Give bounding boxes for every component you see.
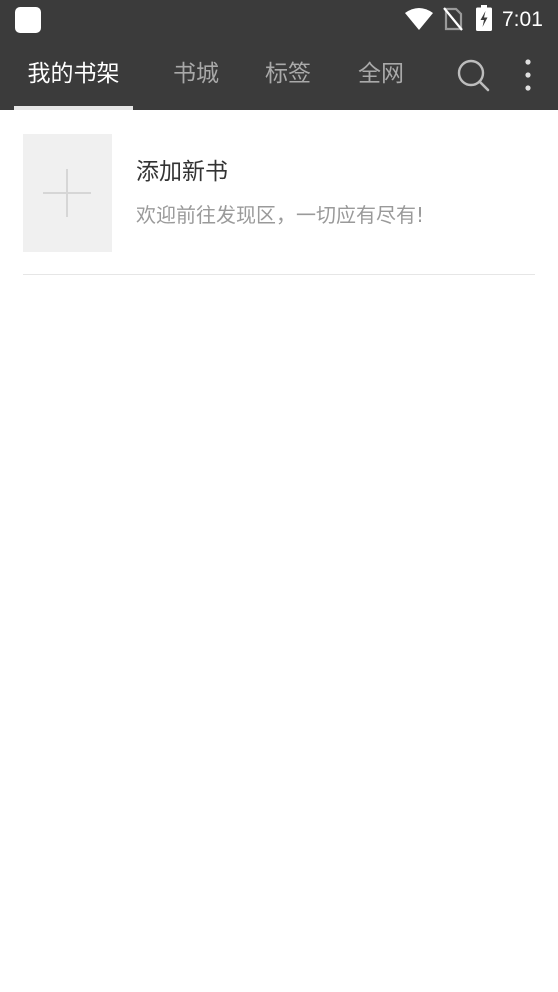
list-divider [23, 274, 535, 275]
add-book-title: 添加新书 [136, 159, 228, 185]
add-new-book-item[interactable]: 添加新书 欢迎前往发现区，一切应有尽有! [0, 110, 558, 274]
tab-tags[interactable]: 标签 [248, 40, 328, 110]
add-book-subtitle: 欢迎前往发现区，一切应有尽有! [136, 203, 425, 227]
search-icon[interactable] [452, 54, 494, 96]
battery-charging-icon [476, 5, 492, 31]
wifi-icon [405, 8, 433, 30]
no-sim-icon [443, 7, 463, 31]
more-vert-icon[interactable] [514, 54, 542, 96]
plus-icon [43, 169, 91, 217]
book-cover-placeholder [23, 134, 112, 252]
tab-my-bookshelf[interactable]: 我的书架 [14, 40, 133, 110]
status-time: 7:01 [502, 8, 543, 31]
app-bar: 我的书架 书城 标签 全网 [0, 40, 558, 110]
app-notification-icon [15, 7, 41, 33]
status-bar: 7:01 [0, 0, 558, 40]
tab-bookstore[interactable]: 书城 [156, 40, 236, 110]
tab-whole-web[interactable]: 全网 [341, 40, 421, 110]
